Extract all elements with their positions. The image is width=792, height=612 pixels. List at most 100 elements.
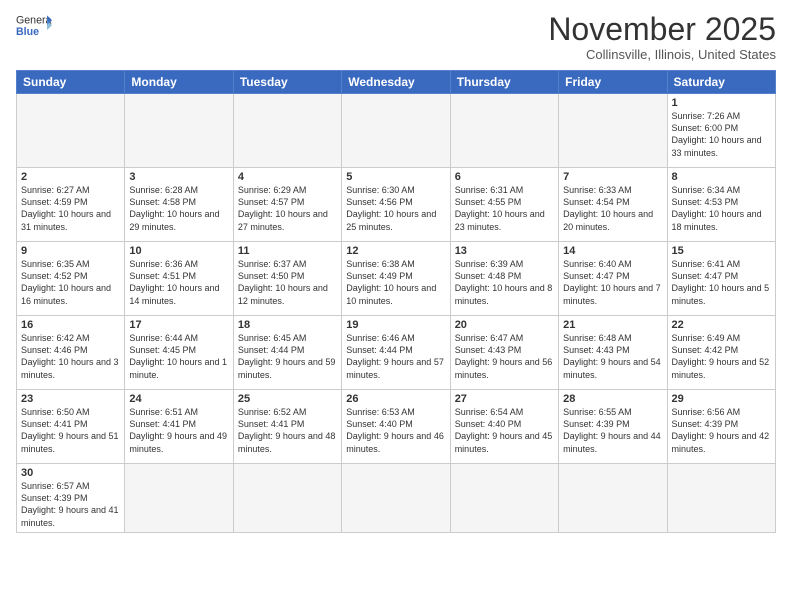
col-monday: Monday [125, 71, 233, 94]
table-row: 21Sunrise: 6:48 AM Sunset: 4:43 PM Dayli… [559, 316, 667, 390]
table-row [559, 464, 667, 533]
table-row: 26Sunrise: 6:53 AM Sunset: 4:40 PM Dayli… [342, 390, 450, 464]
table-row: 1Sunrise: 7:26 AM Sunset: 6:00 PM Daylig… [667, 94, 775, 168]
day-number: 10 [129, 245, 228, 257]
day-number: 2 [21, 171, 120, 183]
table-row: 3Sunrise: 6:28 AM Sunset: 4:58 PM Daylig… [125, 168, 233, 242]
day-number: 23 [21, 393, 120, 405]
day-number: 17 [129, 319, 228, 331]
table-row: 13Sunrise: 6:39 AM Sunset: 4:48 PM Dayli… [450, 242, 558, 316]
col-wednesday: Wednesday [342, 71, 450, 94]
table-row: 9Sunrise: 6:35 AM Sunset: 4:52 PM Daylig… [17, 242, 125, 316]
day-number: 15 [672, 245, 771, 257]
table-row: 27Sunrise: 6:54 AM Sunset: 4:40 PM Dayli… [450, 390, 558, 464]
table-row: 6Sunrise: 6:31 AM Sunset: 4:55 PM Daylig… [450, 168, 558, 242]
day-number: 6 [455, 171, 554, 183]
day-info: Sunrise: 6:42 AM Sunset: 4:46 PM Dayligh… [21, 332, 120, 381]
day-number: 16 [21, 319, 120, 331]
col-friday: Friday [559, 71, 667, 94]
table-row: 25Sunrise: 6:52 AM Sunset: 4:41 PM Dayli… [233, 390, 341, 464]
table-row: 18Sunrise: 6:45 AM Sunset: 4:44 PM Dayli… [233, 316, 341, 390]
day-info: Sunrise: 6:39 AM Sunset: 4:48 PM Dayligh… [455, 258, 554, 307]
day-number: 9 [21, 245, 120, 257]
day-info: Sunrise: 6:27 AM Sunset: 4:59 PM Dayligh… [21, 184, 120, 233]
col-saturday: Saturday [667, 71, 775, 94]
day-number: 24 [129, 393, 228, 405]
day-number: 13 [455, 245, 554, 257]
day-info: Sunrise: 6:46 AM Sunset: 4:44 PM Dayligh… [346, 332, 445, 381]
svg-text:Blue: Blue [16, 26, 39, 38]
day-info: Sunrise: 6:30 AM Sunset: 4:56 PM Dayligh… [346, 184, 445, 233]
day-number: 22 [672, 319, 771, 331]
day-number: 11 [238, 245, 337, 257]
table-row: 28Sunrise: 6:55 AM Sunset: 4:39 PM Dayli… [559, 390, 667, 464]
table-row [667, 464, 775, 533]
day-info: Sunrise: 6:44 AM Sunset: 4:45 PM Dayligh… [129, 332, 228, 381]
table-row: 2Sunrise: 6:27 AM Sunset: 4:59 PM Daylig… [17, 168, 125, 242]
table-row: 12Sunrise: 6:38 AM Sunset: 4:49 PM Dayli… [342, 242, 450, 316]
table-row: 29Sunrise: 6:56 AM Sunset: 4:39 PM Dayli… [667, 390, 775, 464]
table-row [450, 94, 558, 168]
day-number: 1 [672, 97, 771, 109]
day-info: Sunrise: 6:53 AM Sunset: 4:40 PM Dayligh… [346, 406, 445, 455]
col-tuesday: Tuesday [233, 71, 341, 94]
calendar: Sunday Monday Tuesday Wednesday Thursday… [16, 70, 776, 533]
day-info: Sunrise: 6:51 AM Sunset: 4:41 PM Dayligh… [129, 406, 228, 455]
day-info: Sunrise: 6:28 AM Sunset: 4:58 PM Dayligh… [129, 184, 228, 233]
title-block: November 2025 Collinsville, Illinois, Un… [548, 12, 776, 62]
day-number: 12 [346, 245, 445, 257]
table-row: 15Sunrise: 6:41 AM Sunset: 4:47 PM Dayli… [667, 242, 775, 316]
day-info: Sunrise: 6:31 AM Sunset: 4:55 PM Dayligh… [455, 184, 554, 233]
table-row: 8Sunrise: 6:34 AM Sunset: 4:53 PM Daylig… [667, 168, 775, 242]
table-row: 14Sunrise: 6:40 AM Sunset: 4:47 PM Dayli… [559, 242, 667, 316]
day-number: 30 [21, 467, 120, 479]
day-number: 26 [346, 393, 445, 405]
day-number: 14 [563, 245, 662, 257]
col-sunday: Sunday [17, 71, 125, 94]
day-info: Sunrise: 7:26 AM Sunset: 6:00 PM Dayligh… [672, 110, 771, 159]
day-info: Sunrise: 6:47 AM Sunset: 4:43 PM Dayligh… [455, 332, 554, 381]
day-info: Sunrise: 6:36 AM Sunset: 4:51 PM Dayligh… [129, 258, 228, 307]
table-row: 11Sunrise: 6:37 AM Sunset: 4:50 PM Dayli… [233, 242, 341, 316]
table-row [450, 464, 558, 533]
day-info: Sunrise: 6:33 AM Sunset: 4:54 PM Dayligh… [563, 184, 662, 233]
day-info: Sunrise: 6:38 AM Sunset: 4:49 PM Dayligh… [346, 258, 445, 307]
day-info: Sunrise: 6:40 AM Sunset: 4:47 PM Dayligh… [563, 258, 662, 307]
day-number: 19 [346, 319, 445, 331]
day-number: 8 [672, 171, 771, 183]
day-info: Sunrise: 6:55 AM Sunset: 4:39 PM Dayligh… [563, 406, 662, 455]
table-row [125, 464, 233, 533]
col-thursday: Thursday [450, 71, 558, 94]
table-row [342, 94, 450, 168]
table-row [233, 94, 341, 168]
table-row: 4Sunrise: 6:29 AM Sunset: 4:57 PM Daylig… [233, 168, 341, 242]
day-info: Sunrise: 6:41 AM Sunset: 4:47 PM Dayligh… [672, 258, 771, 307]
day-number: 29 [672, 393, 771, 405]
table-row: 7Sunrise: 6:33 AM Sunset: 4:54 PM Daylig… [559, 168, 667, 242]
day-number: 4 [238, 171, 337, 183]
day-info: Sunrise: 6:49 AM Sunset: 4:42 PM Dayligh… [672, 332, 771, 381]
table-row: 16Sunrise: 6:42 AM Sunset: 4:46 PM Dayli… [17, 316, 125, 390]
table-row [125, 94, 233, 168]
day-info: Sunrise: 6:35 AM Sunset: 4:52 PM Dayligh… [21, 258, 120, 307]
calendar-header-row: Sunday Monday Tuesday Wednesday Thursday… [17, 71, 776, 94]
svg-text:General: General [16, 15, 52, 27]
table-row: 24Sunrise: 6:51 AM Sunset: 4:41 PM Dayli… [125, 390, 233, 464]
day-number: 21 [563, 319, 662, 331]
day-info: Sunrise: 6:54 AM Sunset: 4:40 PM Dayligh… [455, 406, 554, 455]
logo: General Blue [16, 12, 52, 40]
day-info: Sunrise: 6:56 AM Sunset: 4:39 PM Dayligh… [672, 406, 771, 455]
table-row: 30Sunrise: 6:57 AM Sunset: 4:39 PM Dayli… [17, 464, 125, 533]
day-info: Sunrise: 6:52 AM Sunset: 4:41 PM Dayligh… [238, 406, 337, 455]
table-row: 5Sunrise: 6:30 AM Sunset: 4:56 PM Daylig… [342, 168, 450, 242]
table-row [342, 464, 450, 533]
header: General Blue November 2025 Collinsville,… [16, 12, 776, 62]
day-info: Sunrise: 6:50 AM Sunset: 4:41 PM Dayligh… [21, 406, 120, 455]
day-number: 3 [129, 171, 228, 183]
day-number: 28 [563, 393, 662, 405]
day-info: Sunrise: 6:37 AM Sunset: 4:50 PM Dayligh… [238, 258, 337, 307]
table-row: 10Sunrise: 6:36 AM Sunset: 4:51 PM Dayli… [125, 242, 233, 316]
table-row: 20Sunrise: 6:47 AM Sunset: 4:43 PM Dayli… [450, 316, 558, 390]
day-info: Sunrise: 6:57 AM Sunset: 4:39 PM Dayligh… [21, 480, 120, 529]
day-number: 5 [346, 171, 445, 183]
